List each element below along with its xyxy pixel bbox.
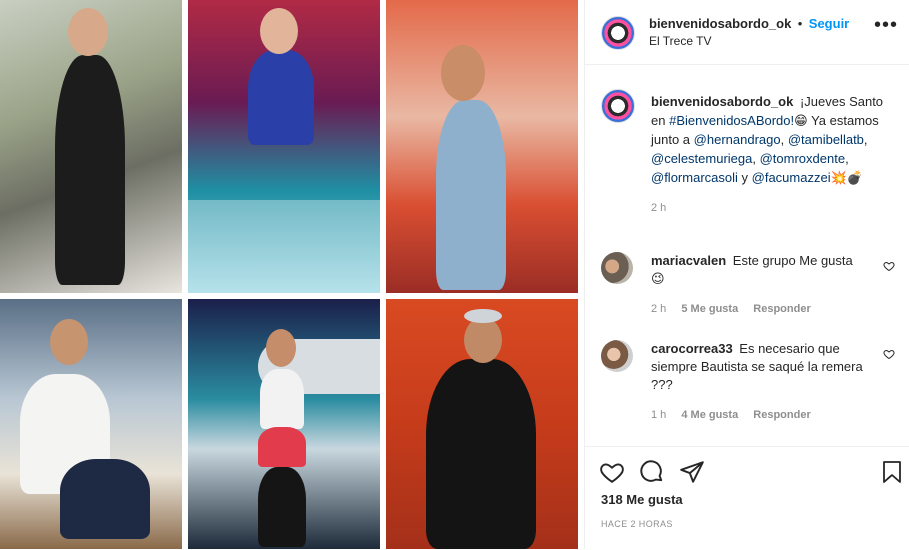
- comment-avatar[interactable]: [601, 252, 633, 284]
- more-options-icon[interactable]: •••: [874, 15, 898, 35]
- caption-text: y: [741, 170, 749, 185]
- comment-username[interactable]: mariacvalen: [651, 253, 726, 268]
- photo-woman-sequin-dress: [188, 0, 380, 293]
- comment-time[interactable]: 1 h: [651, 409, 666, 421]
- comment-avatar[interactable]: [601, 340, 633, 372]
- follow-button[interactable]: Seguir: [809, 16, 849, 31]
- comment-body: carocorrea33 Es necesario que siempre Ba…: [651, 340, 871, 424]
- likes-count[interactable]: 318 Me gusta: [601, 492, 683, 507]
- reply-button[interactable]: Responder: [753, 409, 810, 421]
- caption-avatar[interactable]: [601, 89, 635, 123]
- comment-likes[interactable]: 4 Me gusta: [681, 409, 738, 421]
- share-paper-plane-icon[interactable]: [679, 459, 705, 485]
- post-timestamp[interactable]: HACE 2 HORAS: [601, 519, 673, 529]
- comment-bubble-icon[interactable]: [639, 459, 665, 485]
- photo-woman-jeans-stairs: [386, 0, 578, 293]
- post-sidebar: bienvenidosabordo_ok • Seguir El Trece T…: [584, 0, 909, 549]
- mention-link[interactable]: @hernandrago: [694, 132, 781, 147]
- comment-likes[interactable]: 5 Me gusta: [681, 303, 738, 315]
- emoji: 😉: [651, 271, 665, 286]
- mention-link[interactable]: @facumazzei: [752, 170, 831, 185]
- post-view: bienvenidosabordo_ok • Seguir El Trece T…: [0, 0, 909, 549]
- caption-username[interactable]: bienvenidosabordo_ok: [651, 94, 793, 109]
- comment-like-icon[interactable]: [883, 260, 895, 272]
- comment-time[interactable]: 2 h: [651, 303, 666, 315]
- comment-like-icon[interactable]: [883, 348, 895, 360]
- post-image[interactable]: [0, 0, 578, 549]
- mention-link[interactable]: @tamibellatb: [788, 132, 864, 147]
- photo-woman-airplane-set: [188, 299, 380, 549]
- emoji: 💥💣: [830, 170, 863, 185]
- like-heart-icon[interactable]: [599, 459, 625, 485]
- mention-link[interactable]: @tomroxdente: [760, 151, 845, 166]
- caption-time[interactable]: 2 h: [651, 199, 891, 218]
- photo-man-white-shirt: [0, 299, 182, 549]
- mention-link[interactable]: @celestemuriega: [651, 151, 752, 166]
- location-label[interactable]: El Trece TV: [649, 34, 711, 48]
- header-username[interactable]: bienvenidosabordo_ok: [649, 16, 791, 31]
- emoji: 😁: [794, 113, 808, 128]
- post-actions: 318 Me gusta HACE 2 HORAS: [585, 446, 909, 550]
- header-separator: •: [797, 16, 803, 31]
- hashtag-link[interactable]: #BienvenidosABordo!: [669, 113, 794, 128]
- reply-button[interactable]: Responder: [753, 303, 810, 315]
- post-header: bienvenidosabordo_ok • Seguir El Trece T…: [585, 0, 909, 65]
- profile-avatar[interactable]: [601, 16, 635, 50]
- comment-text: Este grupo Me gusta: [732, 253, 853, 268]
- comment-username[interactable]: carocorrea33: [651, 341, 733, 356]
- mention-link[interactable]: @flormarcasoli: [651, 170, 738, 185]
- save-bookmark-icon[interactable]: [880, 459, 904, 485]
- caption: bienvenidosabordo_ok ¡Jueves Santo en #B…: [651, 92, 891, 218]
- photo-man-dancing: [386, 299, 578, 549]
- comment-body: mariacvalen Este grupo Me gusta 😉 2 h 5 …: [651, 252, 871, 318]
- photo-man-black-turtleneck: [0, 0, 182, 293]
